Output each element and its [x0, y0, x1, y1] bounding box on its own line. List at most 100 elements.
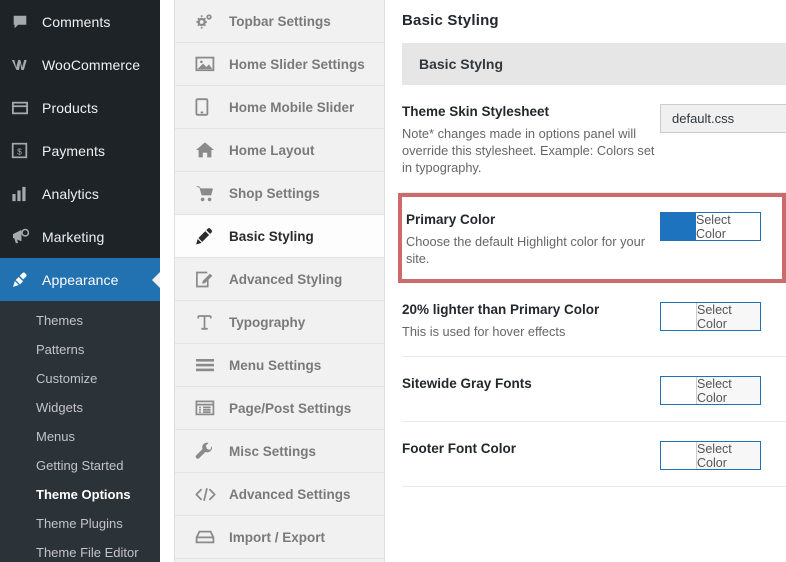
edit-square-icon	[195, 270, 229, 289]
home-icon	[195, 141, 229, 159]
marketing-icon	[11, 228, 42, 245]
primary-color-picker[interactable]: Select Color	[660, 212, 761, 241]
field-primary-color: Primary Color Choose the default Highlig…	[398, 193, 786, 283]
select-color-button[interactable]: Select Color	[696, 377, 760, 405]
section-header: Basic Stylng	[402, 43, 786, 85]
appearance-brush-icon	[11, 271, 42, 289]
optnav-item-label: Advanced Styling	[229, 271, 343, 287]
field-title: Theme Skin Stylesheet	[402, 104, 550, 119]
import-export-icon	[195, 529, 229, 545]
optnav-item-label: Shop Settings	[229, 185, 320, 201]
field-footer-font-color: Footer Font Color Select Color	[402, 422, 786, 487]
optnav-item-home-layout[interactable]: Home Layout	[175, 129, 384, 172]
sidebar-item-woocommerce[interactable]: WooCommerce	[0, 43, 160, 86]
panel-gutter	[160, 0, 175, 562]
optnav-item-home-mobile-slider[interactable]: Home Mobile Slider	[175, 86, 384, 129]
color-swatch[interactable]	[661, 213, 696, 240]
comments-icon	[11, 13, 42, 31]
footer-font-color-picker[interactable]: Select Color	[660, 441, 761, 470]
sidebar-item-label: Payments	[42, 142, 106, 159]
list-window-icon	[195, 400, 229, 416]
field-subtitle: Note* changes made in options panel will…	[402, 126, 655, 175]
optnav-item-label: Topbar Settings	[229, 13, 331, 29]
admin-sidebar: Comments WooCommerce Products $ Payments…	[0, 0, 160, 562]
code-icon	[195, 487, 229, 502]
select-color-button[interactable]: Select Color	[696, 213, 760, 241]
sidebar-subitem-widgets[interactable]: Widgets	[0, 393, 160, 422]
field-theme-skin-stylesheet: Theme Skin Stylesheet Note* changes made…	[402, 85, 786, 193]
analytics-icon	[11, 186, 42, 202]
optnav-item-label: Home Mobile Slider	[229, 99, 355, 115]
products-icon	[11, 100, 42, 116]
color-swatch[interactable]	[661, 442, 696, 469]
field-description-block: Primary Color Choose the default Highlig…	[406, 211, 660, 267]
select-color-button[interactable]: Select Color	[696, 442, 760, 470]
hamburger-icon	[195, 358, 229, 372]
optnav-item-import-export[interactable]: Import / Export	[175, 516, 384, 559]
field-description-block: Theme Skin Stylesheet Note* changes made…	[402, 103, 660, 176]
image-icon	[195, 56, 229, 72]
sidebar-subitem-theme-file-editor[interactable]: Theme File Editor	[0, 538, 160, 562]
sidebar-subitem-getting-started[interactable]: Getting Started	[0, 451, 160, 480]
optnav-item-menu-settings[interactable]: Menu Settings	[175, 344, 384, 387]
field-sitewide-gray-fonts: Sitewide Gray Fonts Select Color	[402, 357, 786, 422]
optnav-item-shop-settings[interactable]: Shop Settings	[175, 172, 384, 215]
tablet-icon	[195, 98, 229, 116]
sidebar-subitem-menus[interactable]: Menus	[0, 422, 160, 451]
stylesheet-select[interactable]: default.css	[660, 104, 786, 133]
optnav-item-misc-settings[interactable]: Misc Settings	[175, 430, 384, 473]
sidebar-item-marketing[interactable]: Marketing	[0, 215, 160, 258]
field-subtitle: This is used for hover effects	[402, 324, 566, 339]
optnav-item-label: Menu Settings	[229, 357, 322, 373]
field-control: Select Color	[660, 211, 782, 241]
sidebar-subitem-customize[interactable]: Customize	[0, 364, 160, 393]
optnav-item-advanced-styling[interactable]: Advanced Styling	[175, 258, 384, 301]
sidebar-subitem-theme-plugins[interactable]: Theme Plugins	[0, 509, 160, 538]
optnav-item-label: Home Slider Settings	[229, 56, 365, 72]
sidebar-item-label: WooCommerce	[42, 56, 141, 73]
field-title: Sitewide Gray Fonts	[402, 376, 532, 391]
field-title: Footer Font Color	[402, 441, 516, 456]
stylesheet-select-value: default.css	[672, 111, 735, 126]
sidebar-subitem-theme-options[interactable]: Theme Options	[0, 480, 160, 509]
gray-fonts-color-picker[interactable]: Select Color	[660, 376, 761, 405]
sidebar-item-payments[interactable]: $ Payments	[0, 129, 160, 172]
field-description-block: 20% lighter than Primary Color This is u…	[402, 301, 660, 340]
sidebar-subitem-patterns[interactable]: Patterns	[0, 335, 160, 364]
field-title: Primary Color	[406, 212, 496, 227]
select-color-button[interactable]: Select Color	[696, 303, 760, 331]
main-content: Basic Styling Basic Stylng Theme Skin St…	[385, 0, 786, 562]
optnav-item-basic-styling[interactable]: Basic Styling	[175, 215, 384, 258]
pencil-icon	[195, 227, 229, 246]
sidebar-item-label: Products	[42, 99, 99, 116]
optnav-item-typography[interactable]: Typography	[175, 301, 384, 344]
field-control: Select Color	[660, 375, 786, 405]
sidebar-item-label: Appearance	[42, 271, 119, 288]
appearance-submenu: Themes Patterns Customize Widgets Menus …	[0, 301, 160, 562]
sidebar-item-comments[interactable]: Comments	[0, 0, 160, 43]
optnav-item-topbar-settings[interactable]: Topbar Settings	[175, 0, 384, 43]
optnav-item-home-slider-settings[interactable]: Home Slider Settings	[175, 43, 384, 86]
sidebar-item-products[interactable]: Products	[0, 86, 160, 129]
payments-icon: $	[11, 142, 42, 159]
optnav-item-advanced-settings[interactable]: Advanced Settings	[175, 473, 384, 516]
theme-options-nav: Topbar Settings Home Slider Settings Hom…	[175, 0, 385, 562]
optnav-item-label: Advanced Settings	[229, 486, 351, 502]
color-swatch[interactable]	[661, 377, 696, 404]
optnav-item-label: Basic Styling	[229, 228, 314, 244]
sidebar-item-appearance[interactable]: Appearance	[0, 258, 160, 301]
sidebar-item-analytics[interactable]: Analytics	[0, 172, 160, 215]
wrench-icon	[195, 442, 229, 461]
text-t-icon	[195, 313, 229, 332]
field-description-block: Footer Font Color	[402, 440, 660, 462]
optnav-item-label: Page/Post Settings	[229, 400, 352, 416]
lighter-color-picker[interactable]: Select Color	[660, 302, 761, 331]
optnav-item-label: Home Layout	[229, 142, 315, 158]
color-swatch[interactable]	[661, 303, 696, 330]
field-control: Select Color	[660, 301, 786, 331]
field-control: default.css	[660, 103, 786, 133]
sidebar-subitem-themes[interactable]: Themes	[0, 306, 160, 335]
cart-icon	[195, 185, 229, 202]
optnav-item-page-post-settings[interactable]: Page/Post Settings	[175, 387, 384, 430]
field-subtitle: Choose the default Highlight color for y…	[406, 234, 646, 266]
